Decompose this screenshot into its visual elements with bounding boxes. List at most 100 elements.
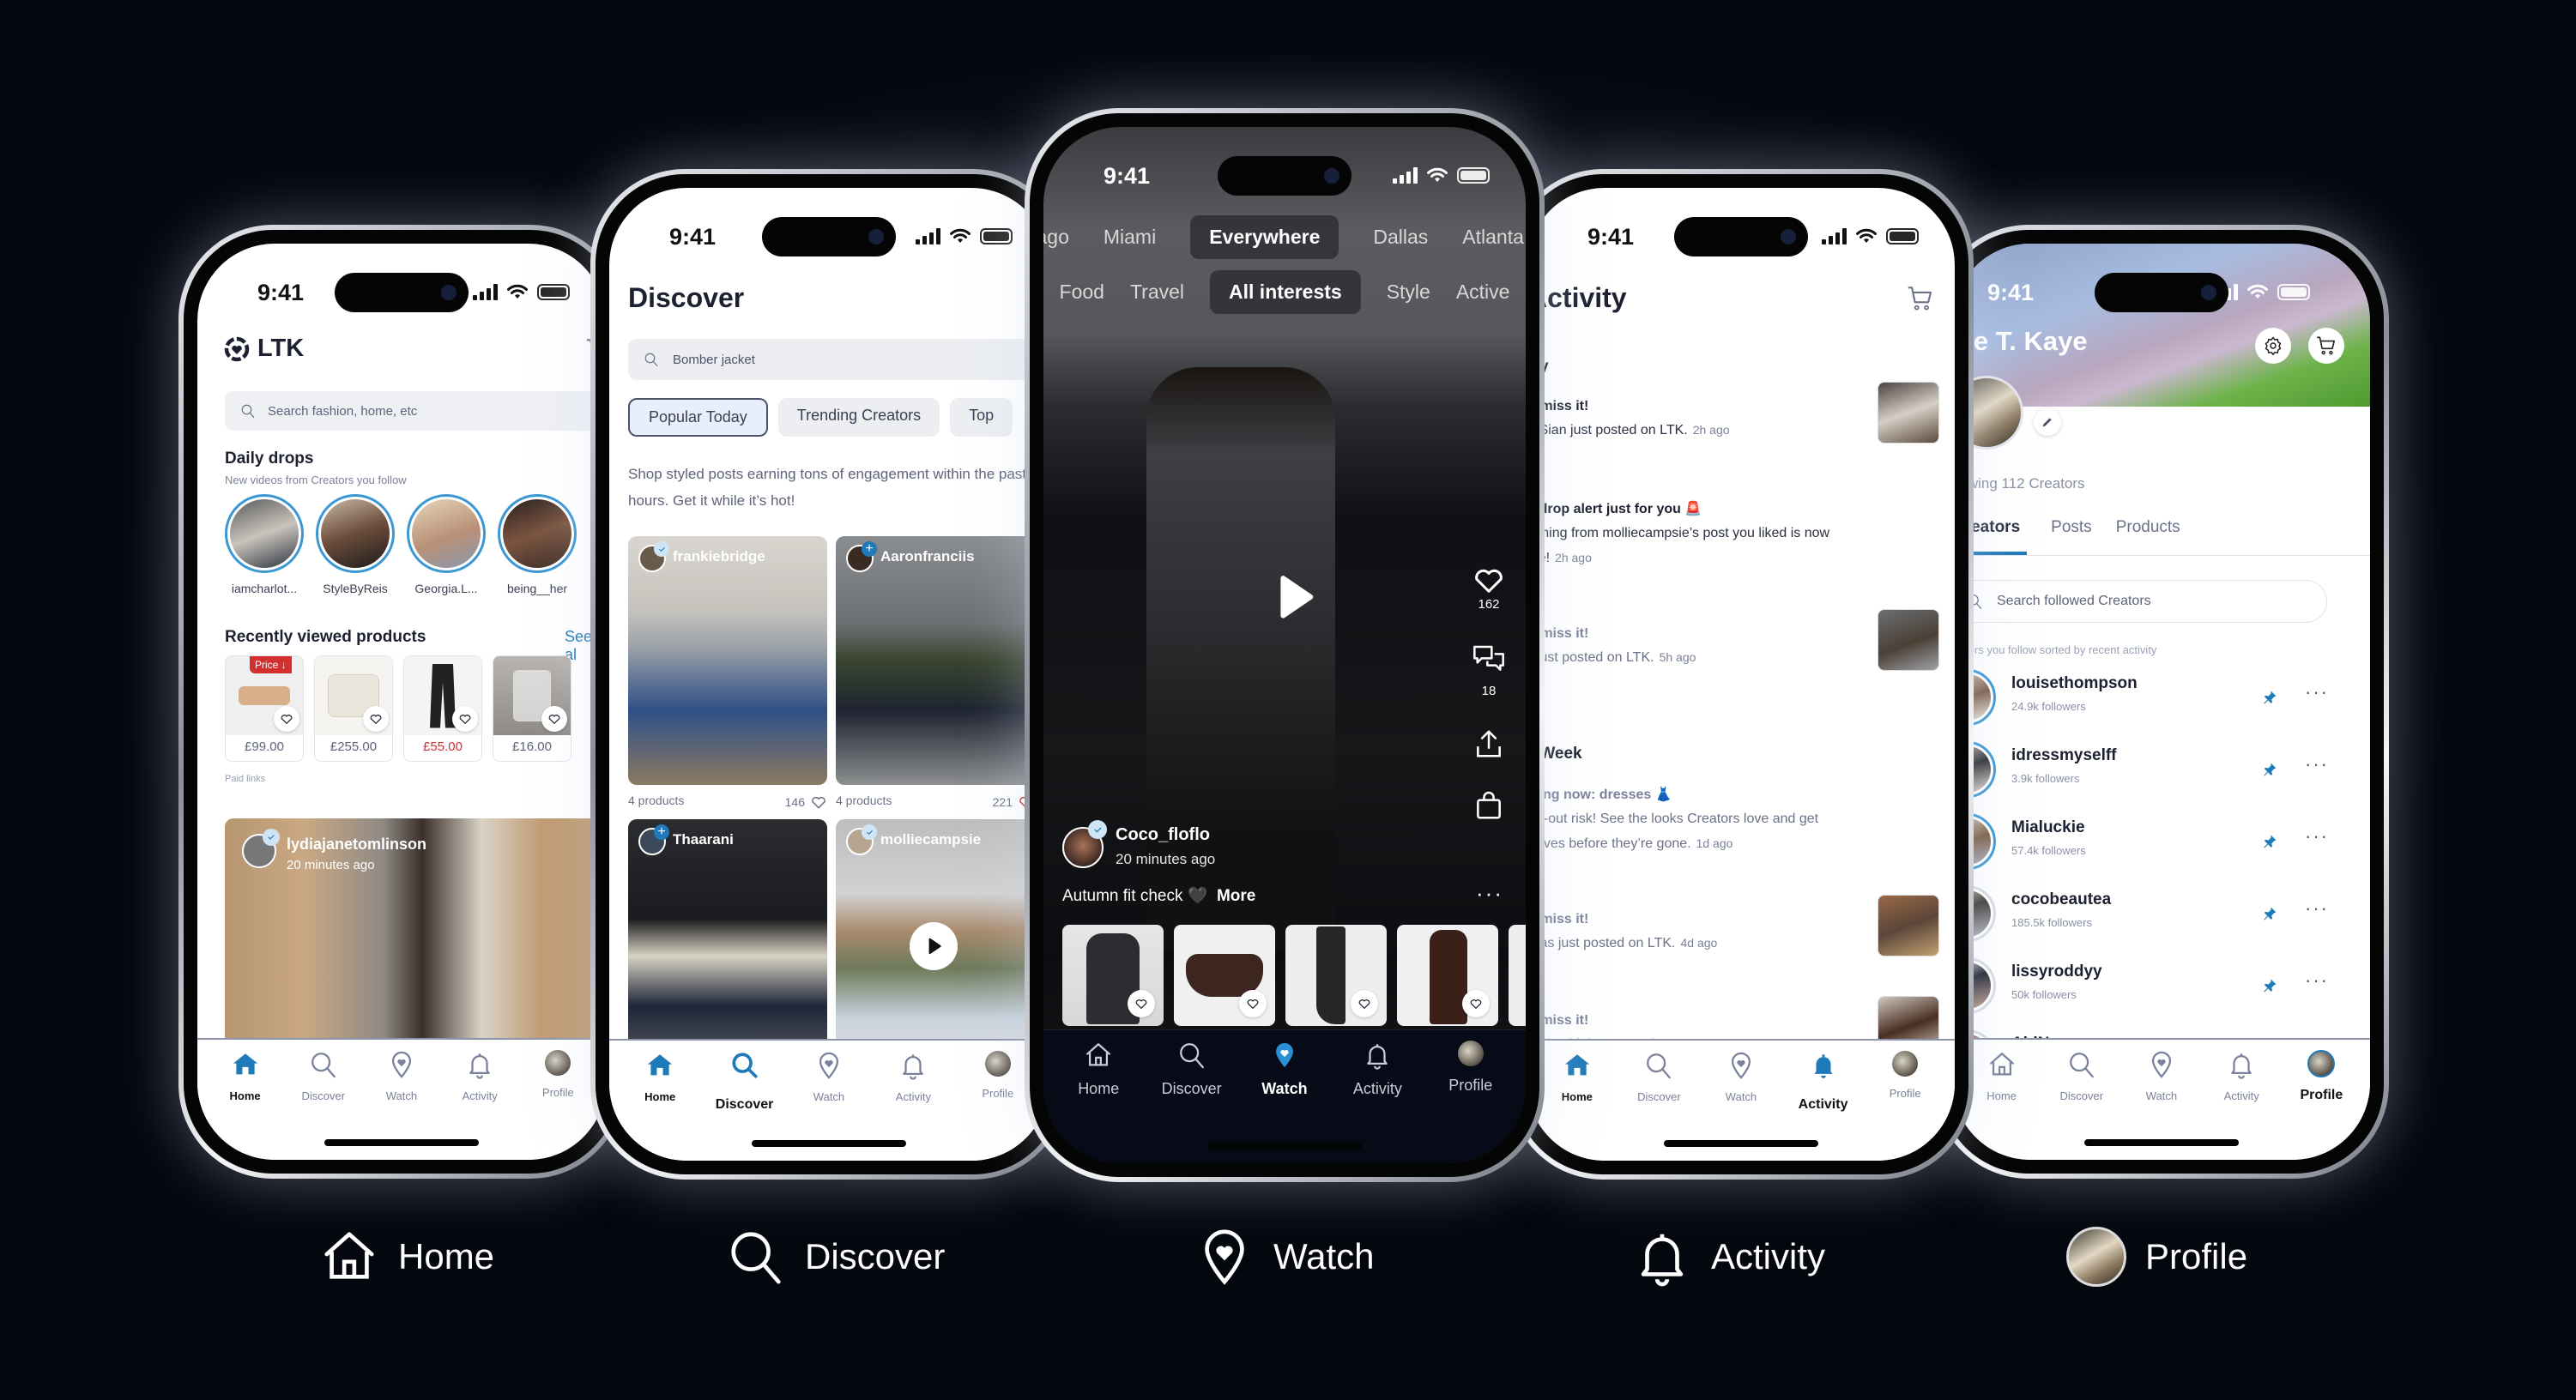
product-thumb-partial[interactable] — [1509, 925, 1526, 1026]
post-card[interactable]: molliecampsie — [836, 819, 1035, 1068]
daily-drop-item[interactable]: StyleByReis — [316, 494, 395, 595]
favorite-button[interactable] — [452, 706, 478, 732]
post-card[interactable]: + Aaronfranciis — [836, 536, 1035, 785]
favorite-button[interactable] — [274, 706, 299, 732]
shopping-bag-icon[interactable] — [1472, 789, 1505, 822]
cart-button[interactable] — [2308, 328, 2344, 364]
product-thumb[interactable] — [1062, 925, 1164, 1026]
location-option[interactable]: Dallas — [1373, 226, 1428, 249]
favorite-button[interactable] — [541, 706, 567, 732]
tab-home[interactable]: Home — [1536, 1041, 1618, 1161]
creator-row[interactable]: idressmyselff 3.9k followers ··· — [1953, 741, 2346, 810]
product-thumb[interactable] — [1285, 925, 1387, 1026]
heart-icon[interactable] — [810, 794, 827, 811]
more-options-icon[interactable]: ··· — [2305, 897, 2329, 920]
activity-item[interactable]: Trending now: dresses 👗 No sell-out risk!… — [1527, 786, 1948, 856]
ltk-logo[interactable]: LTK — [223, 335, 304, 363]
favorite-button[interactable] — [363, 706, 389, 732]
share-icon[interactable] — [1472, 727, 1505, 760]
tab-profile[interactable]: Profile — [1864, 1041, 1946, 1161]
location-option-selected[interactable]: Everywhere — [1190, 214, 1339, 259]
tab-profile[interactable]: Profile — [2282, 1040, 2361, 1160]
location-option[interactable]: Atlanta — [1462, 226, 1524, 249]
search-input[interactable]: Bomber jacket — [628, 339, 1049, 380]
product-card[interactable]: Price ↓ £99.00 — [225, 655, 304, 762]
post-card[interactable]: + Thaarani — [628, 819, 827, 1068]
play-button[interactable] — [910, 922, 958, 970]
creator-row[interactable]: Mialuckie 57.4k followers ··· — [1953, 813, 2346, 882]
daily-drops-subtitle: New videos from Creators you follow — [225, 474, 407, 486]
interest-option[interactable]: Style — [1387, 281, 1430, 304]
activity-thumbnail[interactable] — [1878, 895, 1939, 956]
edit-avatar-button[interactable] — [2034, 408, 2061, 436]
activity-phone: 9:41 Activity TodayDon’t miss it!CarrieS… — [1509, 169, 1974, 1180]
follow-plus-badge[interactable]: + — [862, 541, 877, 557]
more-link[interactable]: More — [1217, 887, 1255, 905]
tab-home[interactable]: Home — [1052, 1030, 1145, 1163]
search-input[interactable]: Search fashion, home, etc — [225, 391, 606, 431]
heart-icon[interactable] — [1472, 563, 1506, 597]
settings-button[interactable] — [2255, 328, 2291, 364]
creator-row[interactable]: cocobeautea 185.5k followers ··· — [1953, 885, 2346, 954]
creator-row[interactable]: lissyroddyy 50k followers ··· — [1953, 957, 2346, 1026]
discover-phone: 9:41 Discover Bomber jacket Popular Toda… — [590, 169, 1067, 1180]
pin-icon[interactable] — [2262, 834, 2277, 849]
chip-popular-today[interactable]: Popular Today — [628, 398, 768, 437]
activity-thumbnail[interactable] — [1878, 609, 1939, 671]
watch-phone: 9:41 hicago Miami Everywhere Dallas Atla… — [1025, 108, 1545, 1182]
follow-plus-badge[interactable]: + — [654, 824, 669, 840]
more-options-icon[interactable]: ··· — [1476, 880, 1503, 907]
watch-icon — [387, 1050, 416, 1079]
interest-option[interactable]: Food — [1060, 281, 1104, 304]
more-options-icon[interactable]: ··· — [2305, 969, 2329, 992]
tab-profile[interactable]: Profile — [1424, 1030, 1517, 1163]
activity-item[interactable]: Don’t miss it!ci.jay just posted on LTK.… — [1527, 609, 1948, 671]
tab-profile[interactable]: Profile — [519, 1040, 597, 1160]
play-icon[interactable] — [1263, 563, 1323, 631]
product-card[interactable]: £16.00 — [493, 655, 571, 762]
daily-drop-item[interactable]: being__her — [498, 494, 577, 595]
favorite-button[interactable] — [1351, 990, 1378, 1017]
product-thumb[interactable] — [1397, 925, 1498, 1026]
favorite-button[interactable] — [1128, 990, 1155, 1017]
chip-trending-creators[interactable]: Trending Creators — [777, 398, 940, 437]
more-options-icon[interactable]: ··· — [2305, 825, 2329, 848]
cart-icon[interactable] — [1905, 284, 1936, 313]
caption-activity: Activity — [1632, 1227, 1825, 1287]
pin-icon[interactable] — [2262, 906, 2277, 921]
tab-posts[interactable]: Posts — [2051, 518, 2092, 555]
activity-thumbnail[interactable] — [1878, 382, 1939, 444]
home-post[interactable]: lydiajanetomlinson 20 minutes ago — [225, 818, 606, 1076]
favorite-button[interactable] — [1239, 990, 1267, 1017]
location-option[interactable]: Miami — [1104, 226, 1156, 249]
activity-item[interactable]: Don’t miss it!athomas just posted on LTK… — [1527, 895, 1948, 956]
comment-icon[interactable] — [1470, 643, 1508, 677]
product-card[interactable]: £255.00 — [314, 655, 393, 762]
tab-home[interactable]: Home — [618, 1041, 702, 1161]
product-thumb[interactable] — [1174, 925, 1275, 1026]
favorite-button[interactable] — [1462, 990, 1490, 1017]
more-options-icon[interactable]: ··· — [2305, 681, 2329, 703]
daily-drop-item[interactable]: Georgia.L... — [407, 494, 486, 595]
bell-icon — [1363, 1041, 1392, 1070]
pin-icon[interactable] — [2262, 690, 2277, 705]
interest-option[interactable]: Travel — [1130, 281, 1184, 304]
activity-item[interactable]: Price drop alert just for you 🚨 Something… — [1527, 500, 1948, 570]
creator-name[interactable]: Coco_floflo — [1116, 825, 1210, 845]
tab-home[interactable]: Home — [206, 1040, 284, 1160]
pin-icon[interactable] — [2262, 762, 2277, 777]
activity-item[interactable]: Don’t miss it!CarrieSian just posted on … — [1527, 382, 1948, 444]
bell-icon — [2227, 1050, 2256, 1079]
search-followed-input[interactable]: Search followed Creators — [1953, 580, 2327, 623]
tab-products[interactable]: Products — [2116, 518, 2180, 555]
pin-icon[interactable] — [2262, 978, 2277, 993]
creator-row[interactable]: louisethompson 24.9k followers ··· — [1953, 669, 2346, 738]
chip-top[interactable]: Top — [950, 398, 1013, 437]
daily-drop-item[interactable]: iamcharlot... — [225, 494, 304, 595]
interest-option[interactable]: Active — [1456, 281, 1510, 304]
more-options-icon[interactable]: ··· — [2305, 753, 2329, 775]
product-card[interactable]: £55.00 — [403, 655, 482, 762]
post-card[interactable]: frankiebridge — [628, 536, 827, 785]
interest-option-selected[interactable]: All interests — [1210, 269, 1361, 314]
location-option[interactable]: hicago — [1043, 226, 1069, 249]
